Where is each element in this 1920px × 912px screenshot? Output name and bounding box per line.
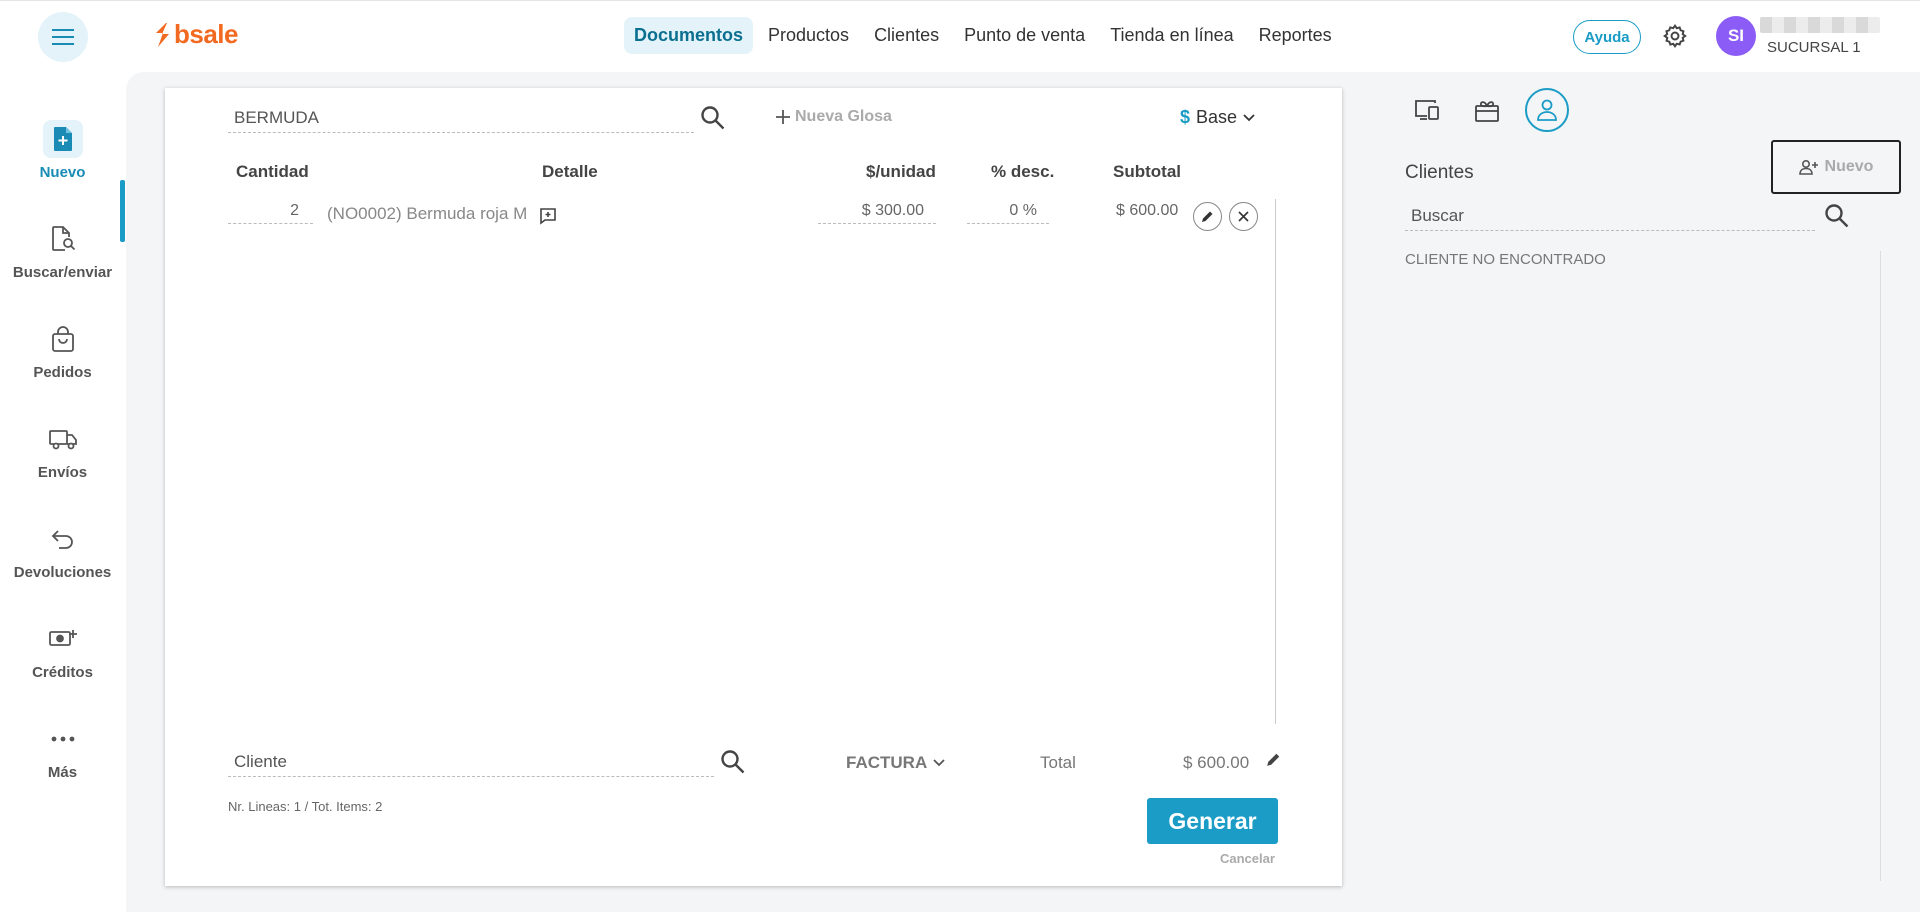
sidebar-item-creditos[interactable]: Créditos	[0, 605, 125, 695]
tab-devices[interactable]	[1405, 88, 1449, 132]
sidebar-item-label: Créditos	[32, 663, 93, 681]
cancel-button[interactable]: Cancelar	[1220, 851, 1275, 866]
product-search-input[interactable]: BERMUDA	[228, 108, 694, 133]
comment-add-icon	[540, 208, 556, 225]
row-subtotal: $ 600.00	[1116, 202, 1179, 219]
shopping-bag-icon	[51, 325, 74, 352]
nav-clientes[interactable]: Clientes	[864, 17, 949, 54]
total-label: Total	[1040, 753, 1076, 772]
new-client-button[interactable]: Nuevo	[1771, 140, 1901, 194]
new-gloss-button[interactable]: Nueva Glosa	[775, 108, 892, 126]
tab-client[interactable]	[1525, 88, 1569, 132]
plus-icon	[776, 110, 790, 124]
pencil-icon	[1267, 753, 1280, 766]
nav-tienda-en-linea[interactable]: Tienda en línea	[1100, 17, 1243, 54]
new-document-icon	[53, 126, 72, 151]
sidebar-item-envios[interactable]: Envíos	[0, 405, 125, 495]
price-list-select[interactable]: $ Base	[1180, 107, 1255, 128]
doc-type-value: FACTURA	[846, 753, 928, 772]
row-remove-button[interactable]	[1229, 202, 1258, 231]
product-search-button[interactable]	[700, 105, 726, 136]
clients-panel: Clientes Nuevo Buscar CLIENTE NO ENCONTR…	[1395, 88, 1915, 888]
row-discount-input[interactable]: 0 %	[967, 202, 1049, 224]
sidebar-item-nuevo[interactable]: Nuevo	[0, 105, 125, 195]
sidebar-item-label: Envíos	[37, 463, 88, 481]
help-button[interactable]: Ayuda	[1573, 20, 1641, 54]
user-name-blurred	[1760, 17, 1880, 33]
main-nav: Documentos Productos Clientes Punto de v…	[624, 17, 1347, 54]
add-user-icon	[1798, 159, 1818, 175]
client-not-found-message: CLIENTE NO ENCONTRADO	[1405, 251, 1606, 268]
hamburger-icon	[52, 29, 74, 45]
sidebar-item-buscar-enviar[interactable]: Buscar/enviar	[0, 205, 125, 295]
row-qty-input[interactable]: 2	[228, 202, 313, 224]
more-dots-icon	[51, 736, 74, 741]
close-icon	[1238, 211, 1249, 222]
pencil-icon	[1202, 211, 1213, 222]
nav-reportes[interactable]: Reportes	[1249, 17, 1342, 54]
top-bar: bsale Documentos Productos Clientes Punt…	[0, 0, 1920, 70]
document-panel: BERMUDA Nueva Glosa $ Base Cantidad Deta…	[165, 88, 1342, 886]
chevron-down-icon	[933, 759, 945, 767]
truck-icon	[48, 429, 77, 449]
client-panel-search-input[interactable]: Buscar	[1405, 206, 1815, 231]
col-detalle: Detalle	[542, 162, 598, 181]
logo-text: bsale	[174, 19, 239, 49]
doc-type-select[interactable]: FACTURA	[846, 753, 945, 773]
dollar-icon: $	[1180, 107, 1191, 127]
return-arrow-icon	[51, 529, 73, 549]
user-avatar[interactable]: SI	[1716, 16, 1756, 56]
row-detail[interactable]: (NO0002) Bermuda roja M	[327, 204, 527, 224]
col-discount: % desc.	[991, 162, 1055, 181]
branch-name[interactable]: SUCURSAL 1	[1767, 39, 1861, 56]
chevron-down-icon	[1243, 113, 1255, 121]
new-gloss-label: Nueva Glosa	[795, 108, 892, 125]
search-icon	[1825, 204, 1849, 228]
row-comment-button[interactable]	[539, 207, 557, 230]
bsale-logo[interactable]: bsale	[152, 19, 239, 50]
search-icon	[721, 750, 745, 774]
menu-button[interactable]	[38, 12, 88, 62]
row-edit-button[interactable]	[1193, 202, 1222, 231]
sidebar-item-pedidos[interactable]: Pedidos	[0, 305, 125, 395]
generate-button[interactable]: Generar	[1147, 798, 1278, 844]
devices-icon	[1415, 100, 1439, 120]
nav-punto-de-venta[interactable]: Punto de venta	[954, 17, 1095, 54]
col-subtotal: Subtotal	[1113, 162, 1181, 181]
sidebar: Nuevo Buscar/enviar Pedidos Envíos Devol…	[0, 70, 125, 912]
col-cantidad: Cantidad	[236, 162, 309, 181]
price-list-value: Base	[1196, 107, 1238, 127]
client-panel-search-button[interactable]	[1824, 203, 1850, 234]
money-plus-icon	[48, 629, 77, 646]
client-search-input[interactable]: Cliente	[228, 752, 714, 777]
table-scroll-divider	[1275, 199, 1276, 724]
clients-title: Clientes	[1405, 162, 1474, 183]
sidebar-item-devoluciones[interactable]: Devoluciones	[0, 505, 125, 595]
document-summary: Nr. Lineas: 1 / Tot. Items: 2	[228, 799, 383, 814]
sidebar-item-label: Devoluciones	[13, 563, 112, 581]
sidebar-item-label: Nuevo	[39, 163, 86, 181]
nav-documentos[interactable]: Documentos	[624, 17, 754, 54]
total-edit-button[interactable]	[1266, 752, 1281, 772]
client-search-button[interactable]	[720, 749, 746, 780]
row-unit-price-input[interactable]: $ 300.00	[818, 202, 936, 224]
gear-icon	[1663, 24, 1687, 49]
nav-productos[interactable]: Productos	[758, 17, 859, 54]
sidebar-item-label: Buscar/enviar	[12, 263, 113, 281]
total-value: $ 600.00	[1183, 753, 1250, 772]
search-icon	[701, 106, 725, 130]
tab-gift[interactable]	[1465, 88, 1509, 132]
user-icon	[1537, 99, 1557, 121]
new-client-label: Nuevo	[1824, 158, 1874, 175]
col-unit-price: $/unidad	[866, 162, 936, 181]
settings-button[interactable]	[1662, 23, 1688, 54]
gift-card-icon	[1475, 101, 1499, 122]
search-document-icon	[51, 225, 75, 251]
sidebar-item-mas[interactable]: Más	[0, 705, 125, 795]
sidebar-item-label: Pedidos	[33, 363, 92, 381]
sidebar-item-label: Más	[47, 763, 78, 781]
bsale-logo-mark-icon	[156, 22, 169, 47]
clients-scroll-divider	[1880, 251, 1881, 881]
